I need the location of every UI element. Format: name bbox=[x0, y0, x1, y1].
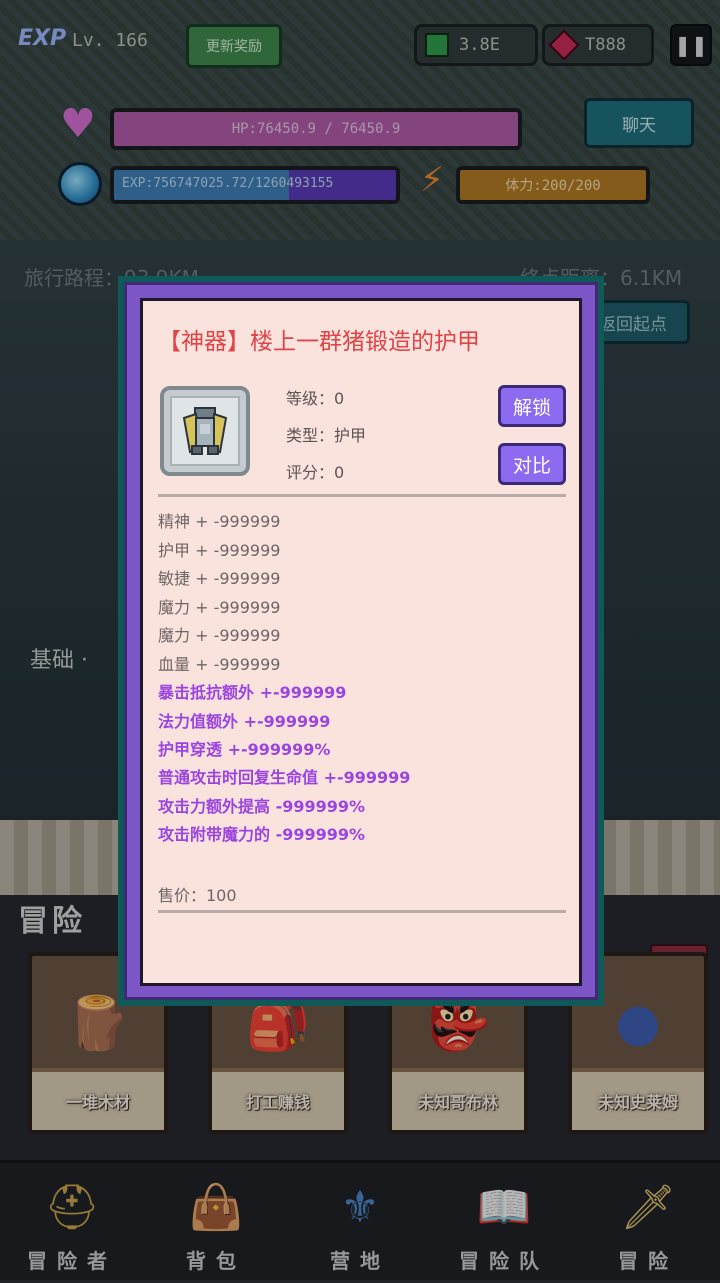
item-title: 【神器】楼上一群猪锻造的护甲 bbox=[158, 329, 480, 355]
base-stat: 血量 + -999999 bbox=[158, 655, 281, 674]
extra-stat: 攻击力额外提高 -999999% bbox=[158, 797, 366, 816]
extra-stat: 暴击抵抗额外 +-999999 bbox=[158, 683, 347, 702]
extra-stat: 普通攻击时回复生命值 +-999999 bbox=[158, 768, 411, 787]
base-stat: 魔力 + -999999 bbox=[158, 598, 281, 617]
extra-stat: 法力值额外 +-999999 bbox=[158, 712, 331, 731]
item-level: 等级：0 bbox=[286, 389, 345, 408]
unlock-button[interactable]: 解锁 bbox=[498, 385, 566, 427]
modal-divider bbox=[158, 910, 566, 913]
modal-divider bbox=[158, 494, 566, 497]
base-stat: 精神 + -999999 bbox=[158, 512, 281, 531]
armor-icon bbox=[170, 396, 240, 466]
base-stat: 魔力 + -999999 bbox=[158, 626, 281, 645]
item-score: 评分：0 bbox=[286, 463, 345, 482]
item-icon-frame bbox=[160, 386, 250, 476]
extra-stat: 攻击附带魔力的 -999999% bbox=[158, 825, 366, 844]
item-price: 售价：100 bbox=[158, 886, 237, 905]
compare-button[interactable]: 对比 bbox=[498, 443, 566, 485]
extra-stat: 护甲穿透 +-999999% bbox=[158, 740, 331, 759]
base-stat: 护甲 + -999999 bbox=[158, 541, 281, 560]
base-stat: 敏捷 + -999999 bbox=[158, 569, 281, 588]
item-type: 类型：护甲 bbox=[286, 426, 367, 445]
